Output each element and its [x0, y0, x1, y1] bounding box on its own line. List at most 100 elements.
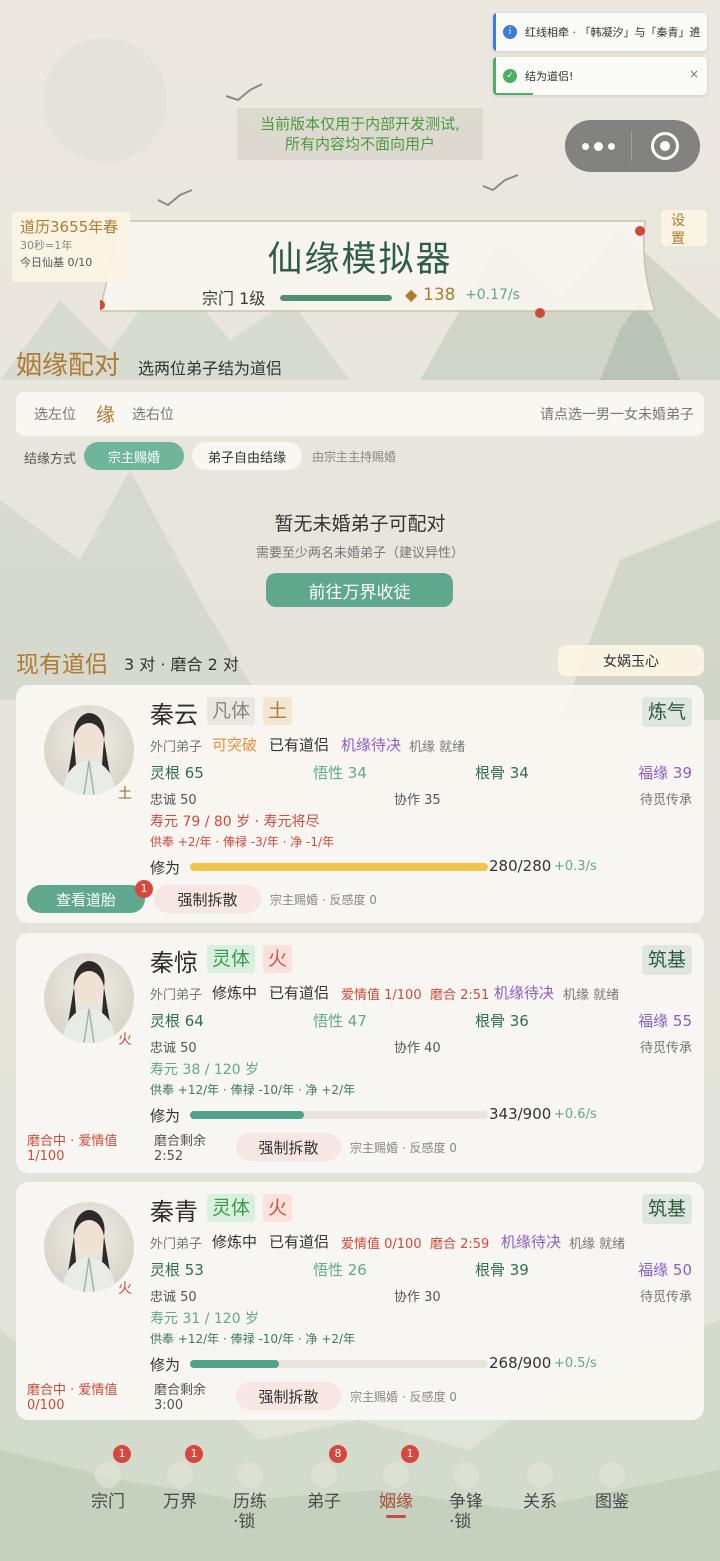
cultivation-track: [190, 1360, 488, 1368]
pair-slots-bar: 选左位 缘 选右位 请点选一男一女未婚弟子: [16, 392, 704, 436]
right-slot[interactable]: 选右位: [132, 404, 174, 424]
cultivation-fill: [190, 1360, 279, 1368]
nav-item-7[interactable]: 关系: [505, 1440, 575, 1512]
stat-wuxing: 悟性 47: [313, 1012, 367, 1030]
inheritance-status: 待觅传承: [639, 793, 692, 808]
lifespan: 寿元 31 / 120 岁: [150, 1311, 260, 1327]
rank-label: 外门弟子: [150, 1237, 203, 1252]
settings-button[interactable]: 设置: [661, 210, 707, 247]
avatar[interactable]: [44, 705, 134, 795]
lifespan: 寿元 79 / 80 岁 · 寿元将尽: [150, 814, 320, 830]
nav-item-4[interactable]: 弟子 8: [289, 1440, 359, 1512]
pair-hint: 请点选一男一女未婚弟子: [540, 407, 694, 423]
cultivation-value: 268/900: [489, 1354, 552, 1372]
cultivation-label: 修为: [150, 1356, 181, 1374]
gate-icon: [167, 1462, 193, 1488]
close-icon[interactable]: ×: [689, 67, 699, 81]
stat-linggen: 灵根 53: [150, 1261, 204, 1279]
calendar-daily: 今日仙基 0/10: [20, 256, 93, 269]
mode-option-arranged[interactable]: 宗主赐婚: [84, 442, 184, 470]
realm-badge: 炼气: [641, 697, 692, 727]
nav-item-2[interactable]: 万界 1: [145, 1440, 215, 1512]
contest-icon: [453, 1462, 479, 1488]
nav-badge: 1: [113, 1445, 131, 1463]
nav-item-5[interactable]: 姻缘 1: [361, 1440, 431, 1518]
nav-label: 万界: [163, 1492, 197, 1512]
sect-icon: [95, 1462, 121, 1488]
force-separate-button[interactable]: 强制拆散: [154, 885, 261, 913]
disciple-name: 秦云: [150, 701, 198, 729]
dev-notice: 当前版本仅用于内部开发测试, 所有内容均不面向用户: [237, 108, 483, 160]
stat-fuyuan: 福缘 39: [638, 764, 692, 782]
nav-label: 姻缘: [379, 1492, 413, 1512]
active-indicator: [386, 1515, 406, 1518]
exit-target-icon[interactable]: [632, 120, 698, 172]
nav-badge: 1: [401, 1445, 419, 1463]
element-tag: 土: [263, 697, 293, 725]
element-mark: 火: [118, 1032, 132, 1048]
nav-badge: 8: [329, 1445, 347, 1463]
left-slot[interactable]: 选左位: [34, 404, 76, 424]
mode-label: 结缘方式: [24, 452, 77, 467]
rank-label: 外门弟子: [150, 988, 203, 1003]
partner-status: 已有道侣: [269, 1233, 330, 1251]
more-menu-icon[interactable]: [565, 120, 631, 172]
realm-badge: 筑基: [641, 1194, 692, 1224]
disciple-name: 秦惊: [150, 949, 198, 977]
stat-gengu: 根骨 39: [475, 1261, 529, 1279]
relation-icon: [527, 1462, 553, 1488]
view-embryo-button[interactable]: 查看道胎: [27, 885, 145, 913]
cultivation-rate: +0.5/s: [554, 1356, 597, 1371]
currency-value: 138: [423, 285, 456, 305]
marriage-heading: 姻缘配对: [16, 351, 121, 381]
toast-notification-pairing: i 红线相牵 · 「韩凝汐」与「秦青」进 ×: [493, 13, 707, 51]
nav-item-1[interactable]: 宗门 1: [73, 1440, 143, 1512]
nav-label: 关系: [523, 1492, 557, 1512]
body-type-tag: 灵体: [207, 1194, 256, 1222]
payroll: 供奉 +12/年 · 俸禄 -10/年 · 净 +2/年: [150, 1332, 356, 1346]
recruit-button[interactable]: 前往万界收徒: [266, 573, 453, 607]
payroll: 供奉 +12/年 · 俸禄 -10/年 · 净 +2/年: [150, 1083, 356, 1097]
force-separate-button[interactable]: 强制拆散: [236, 1133, 341, 1161]
nav-badge: 1: [185, 1445, 203, 1463]
nav-item-6[interactable]: 争锋·锁: [431, 1440, 501, 1532]
empty-title: 暂无未婚弟子可配对: [274, 513, 446, 535]
diamond-icon: ◆: [405, 285, 418, 304]
force-separate-button[interactable]: 强制拆散: [236, 1382, 341, 1410]
inheritance-status: 待觅传承: [639, 1041, 692, 1056]
mode-option-free[interactable]: 弟子自由结缘: [192, 442, 302, 470]
nav-label: 宗门: [91, 1492, 125, 1512]
cultivation-value: 280/280: [489, 857, 552, 875]
app-title: 仙缘模拟器: [267, 240, 453, 280]
nav-item-8[interactable]: 图鉴: [577, 1440, 647, 1512]
marriage-footnote: 宗主赐婚 · 反感度 0: [350, 1390, 457, 1404]
calendar-panel: 道历3655年春 30秒=1年 今日仙基 0/10: [12, 212, 130, 282]
marriage-subheading: 选两位弟子结为道侣: [138, 359, 283, 378]
cultivation-track: [190, 863, 488, 871]
toast-accent-bar: [493, 57, 496, 95]
stat-gengu: 根骨 36: [475, 1012, 529, 1030]
couples-heading: 现有道侣: [16, 652, 108, 678]
stat-linggen: 灵根 64: [150, 1012, 204, 1030]
close-icon[interactable]: ×: [689, 23, 699, 37]
stat-coop: 协作 30: [394, 1290, 441, 1305]
stat-coop: 协作 40: [394, 1041, 441, 1056]
nav-label: 争锋·锁: [449, 1492, 483, 1532]
calendar-date: 道历3655年春: [20, 218, 119, 236]
cultivation-label: 修为: [150, 1107, 181, 1125]
bonding-remaining-time: 2:52: [154, 1149, 184, 1164]
love-value: 爱情值 1/100: [341, 988, 422, 1003]
nuwa-jade-button[interactable]: 女娲玉心: [558, 645, 704, 676]
stat-wuxing: 悟性 34: [313, 764, 367, 782]
disciple-icon: [311, 1462, 337, 1488]
nav-item-3[interactable]: 历练·锁: [215, 1440, 285, 1532]
check-icon: ✓: [503, 69, 517, 83]
bonding-timer: 磨合 2:51: [430, 988, 490, 1003]
rank-label: 外门弟子: [150, 740, 203, 755]
stat-loyalty: 忠诚 50: [150, 1041, 197, 1056]
bottom-navigation: 宗门 1 万界 1 历练·锁 弟子 8 姻缘 1 争锋·锁 关系 图鉴: [0, 1440, 720, 1561]
stat-fuyuan: 福缘 50: [638, 1261, 692, 1279]
cultivation-value: 343/900: [489, 1105, 552, 1123]
calendar-ratio: 30秒=1年: [20, 239, 73, 252]
disciple-card: 火 秦青 灵体火 筑基 外门弟子 修炼中 已有道侣 爱情值 0/100 磨合 2:59 机缘待决机…: [16, 1182, 704, 1420]
